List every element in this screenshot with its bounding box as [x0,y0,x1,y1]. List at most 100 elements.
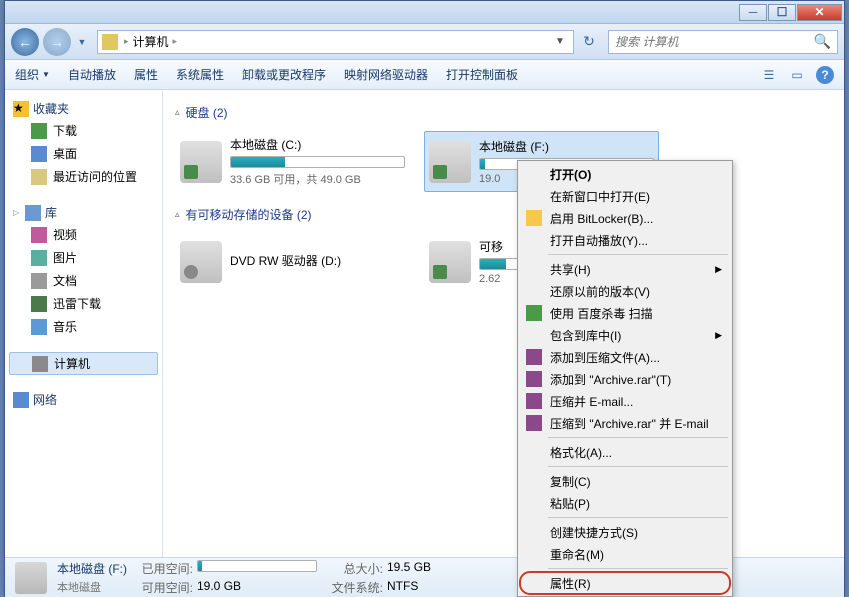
drive-stats: 33.6 GB 可用，共 49.0 GB [230,171,405,187]
sidebar-item[interactable]: 最近访问的位置 [5,165,162,188]
context-menu-item[interactable]: 格式化(A)... [520,441,730,463]
breadcrumb[interactable]: ▸ 计算机 ▸ [124,33,551,50]
menu-separator [548,254,728,255]
star-icon: ★ [13,101,29,117]
sidebar-item[interactable]: 桌面 [5,142,162,165]
green-icon [526,305,542,321]
drive-c[interactable]: 本地磁盘 (C:) 33.6 GB 可用，共 49.0 GB [175,131,410,192]
context-menu-item[interactable]: 粘贴(P) [520,492,730,514]
toolbar-uninstall[interactable]: 卸载或更改程序 [242,66,326,83]
favorites-header[interactable]: ★ 收藏夹 [5,98,162,119]
context-menu-item[interactable]: 打开自动播放(Y)... [520,229,730,251]
context-menu-item[interactable]: 还原以前的版本(V) [520,280,730,302]
maximize-button[interactable]: ☐ [768,4,796,21]
drive-icon [429,141,471,183]
forward-button[interactable]: → [43,28,71,56]
sidebar-item[interactable]: 迅雷下载 [5,292,162,315]
close-button[interactable]: ✕ [797,4,842,21]
sidebar-item[interactable]: 音乐 [5,315,162,338]
context-menu-item[interactable]: 共享(H)▶ [520,258,730,280]
breadcrumb-sep: ▸ [124,36,129,47]
usage-bar [197,560,317,572]
drive-icon [180,141,222,183]
sidebar: ★ 收藏夹 下载桌面最近访问的位置 ▷ 库 视频图片文档迅雷下载音乐 计算机 [5,90,163,557]
context-menu-item[interactable]: 压缩并 E-mail... [520,390,730,412]
sidebar-computer[interactable]: 计算机 [9,352,158,375]
chevron-down-icon: ▵ [175,107,180,118]
computer-icon [32,356,48,372]
menu-separator [548,466,728,467]
toolbar: 组织▼ 自动播放 属性 系统属性 卸载或更改程序 映射网络驱动器 打开控制面板 … [5,60,844,90]
section-hdd[interactable]: ▵ 硬盘 (2) [175,104,832,121]
preview-pane-icon[interactable]: ▭ [788,66,806,84]
sidebar-item[interactable]: 文档 [5,269,162,292]
shield-icon [526,210,542,226]
context-menu-item[interactable]: 添加到压缩文件(A)... [520,346,730,368]
refresh-button[interactable]: ↻ [578,31,600,53]
folder-icon [31,273,47,289]
drive-icon [429,241,471,283]
winrar-icon [526,393,542,409]
context-menu-item[interactable]: 重命名(M) [520,543,730,565]
context-menu-item[interactable]: 启用 BitLocker(B)... [520,207,730,229]
menu-separator [548,568,728,569]
folder-icon [31,146,47,162]
folder-icon [31,227,47,243]
context-menu-item[interactable]: 包含到库中(I)▶ [520,324,730,346]
drive-dvd[interactable]: DVD RW 驱动器 (D:) [175,233,410,290]
content-area: ▵ 硬盘 (2) 本地磁盘 (C:) 33.6 GB 可用，共 49.0 GB … [163,90,844,557]
history-dropdown[interactable]: ▼ [75,30,89,54]
toolbar-autoplay[interactable]: 自动播放 [68,66,116,83]
context-menu-item[interactable]: 添加到 "Archive.rar"(T) [520,368,730,390]
context-menu-item[interactable]: 创建快捷方式(S) [520,521,730,543]
submenu-arrow-icon: ▶ [715,264,722,275]
drive-name: 本地磁盘 (F:) [479,138,654,155]
search-box[interactable]: 🔍 [608,30,838,54]
sidebar-item[interactable]: 视频 [5,223,162,246]
status-subtitle: 本地磁盘 [57,579,127,595]
nav-bar: ← → ▼ ▸ 计算机 ▸ ▼ ↻ 🔍 [5,24,844,60]
context-menu-item[interactable]: 复制(C) [520,470,730,492]
context-menu-item[interactable]: 在新窗口中打开(E) [520,185,730,207]
drive-name: DVD RW 驱动器 (D:) [230,252,405,269]
help-button[interactable]: ? [816,66,834,84]
folder-icon [31,296,47,312]
library-icon [25,205,41,221]
minimize-button[interactable]: ─ [739,4,767,21]
sidebar-favorites: ★ 收藏夹 下载桌面最近访问的位置 [5,98,162,188]
winrar-icon [526,415,542,431]
search-icon: 🔍 [814,33,831,50]
context-menu-item[interactable]: 压缩到 "Archive.rar" 并 E-mail [520,412,730,434]
address-bar[interactable]: ▸ 计算机 ▸ ▼ [97,30,574,54]
chevron-down-icon: ▵ [175,209,180,220]
sidebar-network[interactable]: 网络 [5,389,162,410]
drive-icon [15,562,47,594]
sidebar-item[interactable]: 下载 [5,119,162,142]
folder-icon [31,169,47,185]
context-menu-item[interactable]: 属性(R) [520,572,730,594]
folder-icon [31,123,47,139]
usage-bar [230,156,405,168]
context-menu-item[interactable]: 打开(O) [520,163,730,185]
toolbar-sysprops[interactable]: 系统属性 [176,66,224,83]
menu-separator [548,437,728,438]
submenu-arrow-icon: ▶ [715,330,722,341]
section-removable[interactable]: ▵ 有可移动存储的设备 (2) [175,206,832,223]
title-bar: ─ ☐ ✕ [5,1,844,24]
search-input[interactable] [615,35,814,49]
toolbar-controlpanel[interactable]: 打开控制面板 [446,66,518,83]
winrar-icon [526,349,542,365]
winrar-icon [526,371,542,387]
chevron-down-icon: ▷ [13,208,21,217]
context-menu-item[interactable]: 使用 百度杀毒 扫描 [520,302,730,324]
toolbar-organize[interactable]: 组织▼ [15,66,50,83]
sidebar-item[interactable]: 图片 [5,246,162,269]
breadcrumb-computer[interactable]: 计算机 [133,33,169,50]
address-dropdown[interactable]: ▼ [551,32,569,52]
context-menu: 打开(O)在新窗口中打开(E)启用 BitLocker(B)...打开自动播放(… [517,160,733,597]
view-icon[interactable]: ☰ [760,66,778,84]
back-button[interactable]: ← [11,28,39,56]
libraries-header[interactable]: ▷ 库 [5,202,162,223]
toolbar-mapdrive[interactable]: 映射网络驱动器 [344,66,428,83]
toolbar-properties[interactable]: 属性 [134,66,158,83]
